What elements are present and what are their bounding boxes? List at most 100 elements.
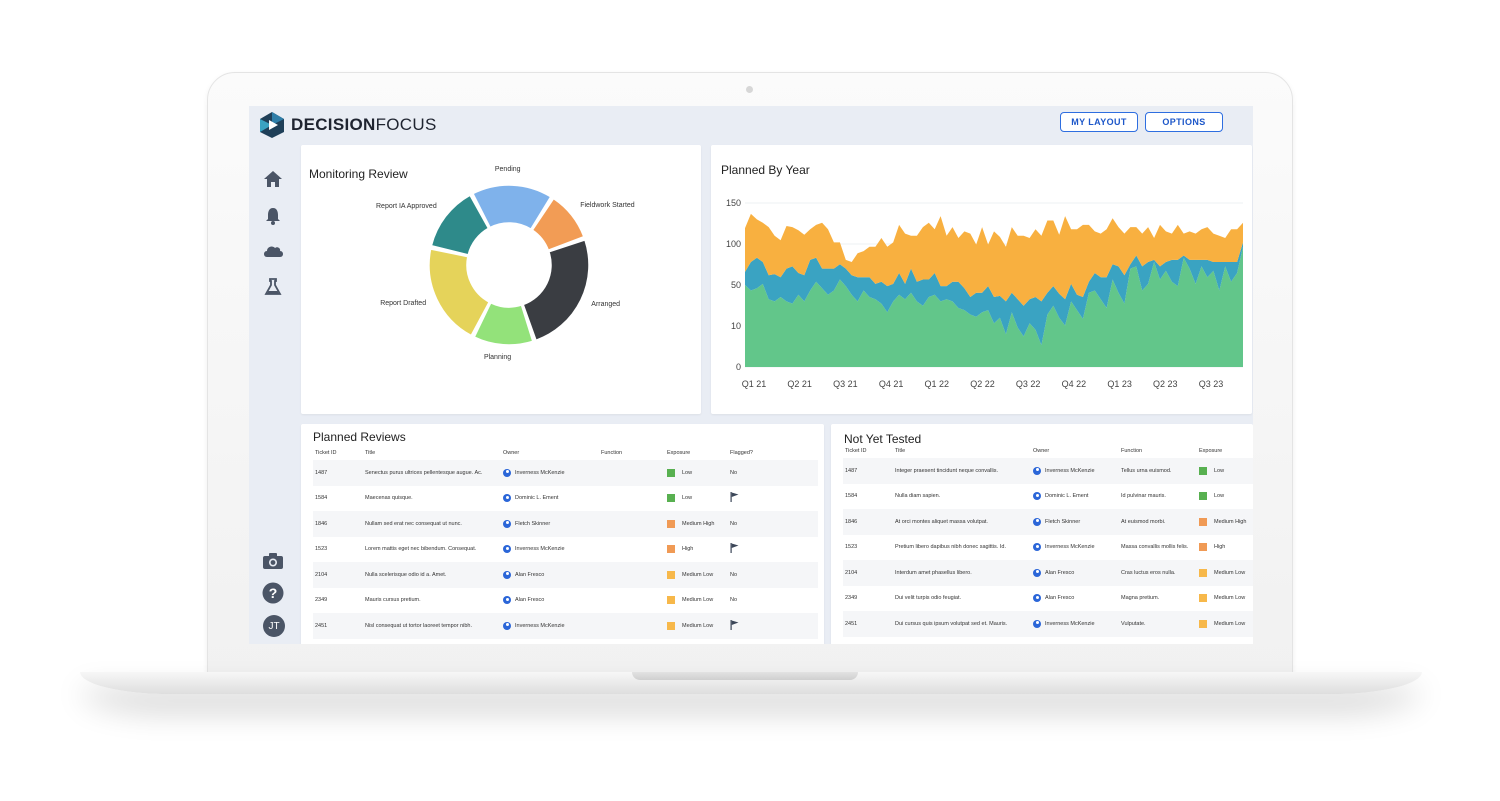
table-row[interactable]: 1846 Nullam sed erat nec consequat ut nun… (313, 511, 818, 537)
flag-icon[interactable] (730, 492, 739, 504)
user-icon (503, 468, 511, 477)
ticket-id-cell: 2451 (313, 613, 363, 639)
owner-cell: Alan Fresco (1031, 560, 1119, 586)
table-row[interactable]: 2349 Mauris cursus pretium. Alan Fresco Med… (313, 588, 818, 614)
table-row[interactable]: 2349 Dui velit turpis odio feugiat. Alan F… (843, 586, 1253, 612)
column-header-ticket-id[interactable]: Ticket ID (843, 444, 893, 458)
function-cell (599, 588, 665, 614)
table-row[interactable]: 2104 Nulla scelerisque odio id a. Amet. Al… (313, 562, 818, 588)
title-cell: At orci montes aliquet massa volutpat. (893, 509, 1031, 535)
sidebar: ? JT (249, 142, 297, 644)
exposure-cell: Medium Low (1197, 560, 1253, 586)
column-header-title[interactable]: Title (893, 444, 1031, 458)
table-row[interactable]: 2451 Dui cursus quis ipsum volutpat sed e… (843, 611, 1253, 637)
donut-label-report-drafted: Report Drafted (380, 299, 427, 307)
donut-segment-arranged[interactable] (522, 238, 590, 342)
donut-segment-report-drafted[interactable] (428, 248, 491, 337)
exposure-cell: High (1197, 535, 1253, 561)
function-cell: Id pulvinar mauris. (1121, 493, 1166, 500)
column-header-ticket-id[interactable]: Ticket ID (313, 446, 363, 460)
table-row[interactable]: 1584 Maecenas quisque. Dominic L. Ement Low (313, 486, 818, 512)
column-header-exposure[interactable]: Exposure (1197, 444, 1253, 458)
owner-name: Fletch Skinner (515, 520, 551, 527)
bell-icon[interactable] (262, 205, 284, 227)
flagged-cell (728, 486, 818, 512)
planned-by-year-card: Planned By Year 0 10 50 100 150 Q1 21 Q2 21 Q3 … (711, 145, 1252, 414)
column-header-exposure[interactable]: Exposure (665, 446, 728, 460)
title-cell: Dui cursus quis ipsum volutpat sed et. M… (893, 611, 1031, 637)
owner-cell: Alan Fresco (501, 588, 599, 614)
exposure-swatch (1199, 594, 1207, 603)
ticket-id-cell: 1584 (845, 493, 858, 500)
y-tick-label: 50 (731, 280, 741, 290)
planned-reviews-table: Ticket ID Title Owner Function Exposure Flagg… (313, 446, 818, 639)
exposure-swatch (667, 468, 675, 477)
owner-cell: Alan Fresco (501, 562, 599, 588)
table-row[interactable]: 2451 Nisl consequat ut tortor laoreet tem… (313, 613, 818, 639)
exposure-label: High (1214, 544, 1226, 551)
owner-name: Inverness McKenzie (1045, 544, 1095, 551)
owner-cell: Fletch Skinner (1031, 509, 1119, 535)
owner-name: Inverness McKenzie (1045, 467, 1095, 474)
exposure-label: Medium High (682, 520, 715, 527)
flagged-cell: No (728, 460, 818, 486)
table-row[interactable]: 1584 Nulla diam sapien. Dominic L. Ement Id… (843, 484, 1253, 510)
table-row[interactable]: 1523 Lorem mattis eget nec bibendum. Cons… (313, 537, 818, 563)
home-icon[interactable] (262, 168, 284, 190)
title-cell: Pretium libero dapibus nibh donec sagitt… (895, 544, 1006, 551)
exposure-cell: Medium Low (1197, 611, 1253, 637)
flag-icon[interactable] (730, 619, 739, 632)
flag-icon[interactable] (730, 543, 739, 555)
ticket-id-cell: 1487 (313, 460, 363, 486)
exposure-swatch (667, 494, 675, 503)
title-cell: Nisl consequat ut tortor laoreet tempor … (363, 613, 501, 639)
user-avatar[interactable]: JT (263, 615, 285, 637)
user-icon (503, 596, 511, 605)
title-cell: Maecenas quisque. (365, 495, 413, 502)
x-tick-label: Q3 23 (1199, 379, 1224, 389)
column-header-function[interactable]: Function (1119, 444, 1197, 458)
user-icon (503, 570, 511, 579)
donut-label-pending: Pending (494, 166, 521, 174)
my-layout-button[interactable]: MY LAYOUT (1060, 112, 1138, 132)
table-row[interactable]: 1846 At orci montes aliquet massa volutpa… (843, 509, 1253, 535)
camera-icon[interactable] (262, 550, 284, 572)
y-tick-label: 150 (726, 198, 741, 208)
donut-label-fieldwork-started: Fieldwork Started (580, 201, 635, 209)
owner-cell: Inverness McKenzie (501, 613, 599, 639)
function-cell: Massa convallis mollis felis. (1121, 544, 1189, 551)
exposure-label: High (682, 546, 694, 553)
webcam (746, 86, 753, 93)
ticket-id-cell: 1584 (315, 495, 328, 502)
column-header-function[interactable]: Function (599, 446, 665, 460)
exposure-cell: Medium Low (665, 562, 728, 588)
exposure-cell: Medium High (665, 511, 728, 537)
owner-name: Inverness McKenzie (1045, 620, 1095, 627)
exposure-label: Medium Low (682, 571, 714, 578)
title-cell: Integer praesent tincidunt neque convall… (893, 458, 1031, 484)
owner-name: Dominic L. Ement (515, 495, 559, 502)
ticket-id-cell: 1846 (843, 509, 893, 535)
area-chart: 0 10 50 100 150 Q1 21 Q2 21 Q3 21 Q4 21 Q1 22 Q2 2… (726, 198, 1243, 389)
table-row[interactable]: 1523 Pretium libero dapibus nibh donec sa… (843, 535, 1253, 561)
exposure-cell: Low (665, 486, 728, 512)
ticket-id-cell: 2451 (843, 611, 893, 637)
exposure-label: Low (682, 469, 693, 476)
user-icon (503, 494, 511, 503)
cloud-icon[interactable] (262, 240, 284, 262)
exposure-swatch (1199, 466, 1207, 475)
x-tick-label: Q1 22 (925, 379, 950, 389)
table-row[interactable]: 2104 Interdum amet phasellus libero. Alan … (843, 560, 1253, 586)
flask-icon[interactable] (262, 276, 284, 298)
help-icon[interactable]: ? (262, 582, 284, 604)
table-row[interactable]: 1487 Integer praesent tincidunt neque con… (843, 458, 1253, 484)
column-header-owner[interactable]: Owner (1031, 444, 1119, 458)
options-button[interactable]: OPTIONS (1145, 112, 1223, 132)
column-header-flagged[interactable]: Flagged? (728, 446, 818, 460)
user-icon (1033, 517, 1041, 526)
owner-cell: Inverness McKenzie (1031, 458, 1119, 484)
table-row[interactable]: 1487 Senectus purus ultrices pellentesque… (313, 460, 818, 486)
owner-name: Inverness McKenzie (515, 546, 565, 553)
column-header-title[interactable]: Title (363, 446, 501, 460)
column-header-owner[interactable]: Owner (501, 446, 599, 460)
